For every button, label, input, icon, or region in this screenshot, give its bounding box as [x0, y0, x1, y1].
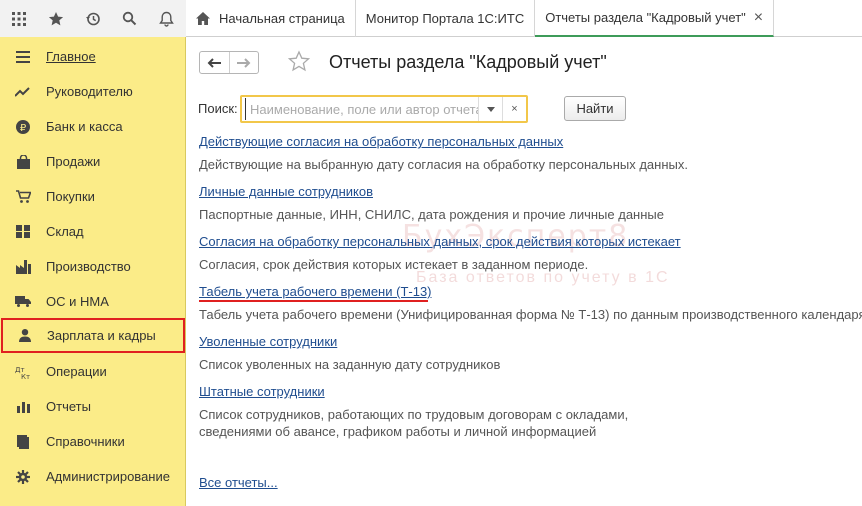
svg-text:Кт: Кт [21, 373, 30, 379]
clear-icon[interactable]: × [502, 97, 526, 121]
sidebar-item-label: ОС и НМА [46, 294, 109, 309]
search-input[interactable] [245, 98, 478, 120]
favorites-star-icon[interactable] [37, 0, 74, 37]
highlight-underline [199, 300, 428, 302]
notifications-bell-icon[interactable] [148, 0, 185, 37]
history-icon[interactable] [74, 0, 111, 37]
report-description: Список сотрудников, работающих по трудов… [199, 407, 629, 439]
search-label: Поиск: [198, 101, 238, 116]
report-link[interactable]: Уволенные сотрудники [199, 334, 500, 349]
book-icon [0, 434, 46, 449]
sidebar-item-label: Администрирование [46, 469, 170, 484]
search-icon[interactable] [111, 0, 148, 37]
report-description: Паспортные данные, ИНН, СНИЛС, дата рожд… [199, 207, 664, 222]
favorite-star-icon[interactable] [287, 50, 311, 75]
sidebar-item-label: Склад [46, 224, 84, 239]
report-item: Действующие согласия на обработку персон… [199, 134, 688, 173]
top-bar: Начальная страница Монитор Портала 1С:ИТ… [0, 0, 862, 37]
sidebar-item-label: Главное [46, 49, 96, 64]
sidebar-item-warehouse[interactable]: Склад [0, 214, 186, 249]
sidebar-item-manager[interactable]: Руководителю [0, 74, 186, 109]
report-link[interactable]: Согласия на обработку персональных данны… [199, 234, 681, 249]
dropdown-arrow-icon[interactable] [478, 97, 502, 121]
sidebar-item-reports[interactable]: Отчеты [0, 389, 186, 424]
warehouse-grid-icon [0, 225, 46, 238]
tab-label: Отчеты раздела "Кадровый учет" [545, 10, 746, 25]
tab-label: Монитор Портала 1С:ИТС [365, 11, 525, 26]
cart-icon [0, 190, 46, 203]
sidebar-item-label: Руководителю [46, 84, 133, 99]
sidebar-item-fixed-assets[interactable]: ОС и НМА [0, 284, 186, 319]
trend-up-icon [0, 86, 46, 97]
tab-home[interactable]: Начальная страница [186, 0, 356, 37]
tab-bar: Начальная страница Монитор Портала 1С:ИТ… [186, 0, 775, 37]
debit-credit-icon: Дт Кт [0, 365, 46, 379]
sidebar-item-label: Отчеты [46, 399, 91, 414]
report-item: Личные данные сотрудников Паспортные дан… [199, 184, 664, 223]
sidebar-item-label: Банк и касса [46, 119, 123, 134]
apps-grid-icon[interactable] [0, 0, 37, 37]
sidebar-item-administration[interactable]: Администрирование [0, 459, 186, 494]
tab-its-monitor[interactable]: Монитор Портала 1С:ИТС [356, 0, 536, 37]
report-description: Согласия, срок действия которых истекает… [199, 257, 589, 272]
sidebar-item-label: Зарплата и кадры [47, 328, 156, 343]
search-field: × [240, 95, 528, 123]
truck-icon [0, 296, 46, 307]
sidebar-item-operations[interactable]: Дт Кт Операции [0, 354, 186, 389]
page-title: Отчеты раздела "Кадровый учет" [329, 52, 607, 72]
report-item: Согласия на обработку персональных данны… [199, 234, 681, 273]
all-reports-link[interactable]: Все отчеты... [199, 475, 278, 490]
report-description: Табель учета рабочего времени (Унифициро… [199, 307, 862, 322]
forward-arrow-icon[interactable] [228, 52, 258, 73]
sidebar-item-label: Справочники [46, 434, 125, 449]
shopping-bag-icon [0, 154, 46, 169]
report-link[interactable]: Личные данные сотрудников [199, 184, 664, 199]
tab-hr-reports[interactable]: Отчеты раздела "Кадровый учет" × [535, 0, 775, 37]
sidebar-item-label: Производство [46, 259, 131, 274]
svg-text:₽: ₽ [20, 123, 27, 134]
report-link[interactable]: Штатные сотрудники [199, 384, 639, 399]
gear-icon [0, 469, 46, 484]
sidebar-item-directories[interactable]: Справочники [0, 424, 186, 459]
report-item: Уволенные сотрудники Список уволенных на… [199, 334, 500, 373]
top-toolbar [0, 0, 186, 37]
menu-lines-icon [0, 50, 46, 63]
sidebar-item-production[interactable]: Производство [0, 249, 186, 284]
sidebar-item-bank[interactable]: ₽ Банк и касса [0, 109, 186, 144]
report-link[interactable]: Действующие согласия на обработку персон… [199, 134, 688, 149]
close-tab-icon[interactable]: × [754, 9, 763, 27]
nav-buttons [199, 51, 259, 74]
report-description: Список уволенных на заданную дату сотруд… [199, 357, 501, 372]
find-button[interactable]: Найти [564, 96, 626, 121]
report-item: Табель учета рабочего времени (Т-13) Таб… [199, 284, 862, 323]
sidebar-item-label: Операции [46, 364, 107, 379]
sidebar-item-sales[interactable]: Продажи [0, 144, 186, 179]
home-icon [196, 12, 210, 25]
sidebar-item-purchases[interactable]: Покупки [0, 179, 186, 214]
main-content: Отчеты раздела "Кадровый учет" Поиск: × … [186, 37, 862, 506]
back-arrow-icon[interactable] [200, 52, 229, 73]
ruble-coin-icon: ₽ [0, 119, 46, 134]
sidebar: Главное Руководителю ₽ Банк и касса Прод… [0, 37, 186, 506]
sidebar-item-label: Покупки [46, 189, 95, 204]
sidebar-item-label: Продажи [46, 154, 101, 169]
sidebar-item-main[interactable]: Главное [0, 39, 186, 74]
report-link[interactable]: Табель учета рабочего времени (Т-13) [199, 284, 862, 299]
sidebar-item-salary-hr[interactable]: Зарплата и кадры [1, 318, 185, 353]
bar-chart-icon [0, 400, 46, 413]
person-icon [3, 329, 47, 342]
tab-label: Начальная страница [219, 11, 345, 26]
report-description: Действующие на выбранную дату согласия н… [199, 157, 688, 172]
factory-icon [0, 259, 46, 274]
report-item: Штатные сотрудники Список сотрудников, р… [199, 384, 639, 440]
